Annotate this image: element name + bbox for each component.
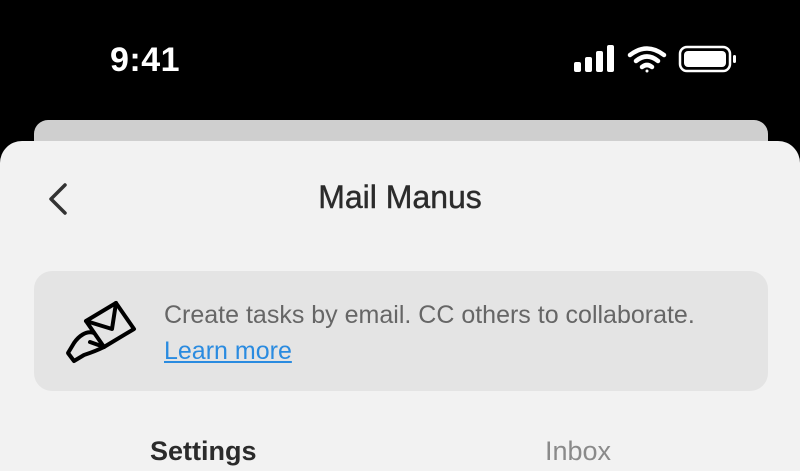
page-title: Mail Manus <box>318 179 482 215</box>
wifi-icon <box>627 46 667 73</box>
info-description: Create tasks by email. CC others to coll… <box>164 301 695 329</box>
status-time: 9:41 <box>110 41 181 79</box>
hand-envelope-icon <box>66 301 136 363</box>
info-text: Create tasks by email. CC others to coll… <box>164 297 744 369</box>
tab-settings[interactable]: Settings <box>150 433 257 469</box>
battery-icon <box>678 45 736 73</box>
learn-more-link[interactable]: Learn more <box>164 337 292 365</box>
status-icons <box>574 45 736 73</box>
cellular-signal-icon <box>574 45 614 72</box>
status-bar: 9:41 <box>0 0 800 120</box>
mail-manus-sheet: Mail Manus Create tasks by email. CC oth… <box>0 141 800 471</box>
info-card: Create tasks by email. CC others to coll… <box>34 271 768 391</box>
tab-inbox[interactable]: Inbox <box>545 433 611 469</box>
